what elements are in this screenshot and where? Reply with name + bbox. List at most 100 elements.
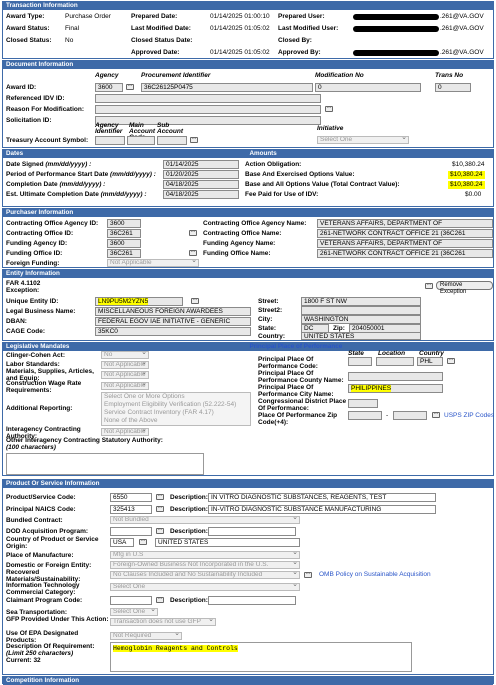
clinger-select[interactable]: No xyxy=(101,351,149,359)
country-field[interactable]: UNITED STATES xyxy=(301,332,421,340)
est-completion-field[interactable]: 04/18/2025 xyxy=(163,190,239,199)
pop-country-field[interactable]: PHL xyxy=(417,357,443,366)
tas-main-field[interactable] xyxy=(127,136,155,145)
tas-sub-field[interactable] xyxy=(157,136,187,145)
desc-req-textarea[interactable]: Hemoglobin Reagents and Controls xyxy=(110,642,412,672)
procurement-id-field[interactable]: 36C26125P0475 xyxy=(141,83,313,92)
lookup-icon[interactable]: ··· xyxy=(191,298,199,304)
co-agency-id-field[interactable]: 3600 xyxy=(107,219,141,228)
modification-no-field[interactable]: 0 xyxy=(315,83,421,92)
wage-select[interactable]: Not Applicable xyxy=(101,382,149,390)
labor-select[interactable]: Not Applicable xyxy=(101,361,149,369)
date-signed-field[interactable]: 01/14/2025 xyxy=(163,160,239,169)
reason-field[interactable] xyxy=(95,105,321,114)
lookup-icon[interactable]: ··· xyxy=(156,597,164,603)
lookup-icon[interactable]: ··· xyxy=(325,106,333,112)
bundled-select[interactable]: Not Bundled xyxy=(110,516,300,524)
other-authority-textarea[interactable] xyxy=(6,453,204,475)
coo-name-field[interactable]: UNITED STATES xyxy=(155,538,300,547)
lookup-icon[interactable]: ··· xyxy=(156,506,164,512)
interagency-select[interactable]: Not Applicable xyxy=(101,428,149,436)
lookup-icon[interactable]: ··· xyxy=(189,250,197,256)
coo-code-field[interactable]: USA xyxy=(110,538,134,547)
foreign-funding-select[interactable]: Not Applicable xyxy=(107,259,199,267)
gfp-select[interactable]: Transaction does not use GFP xyxy=(110,618,216,626)
lookup-icon[interactable]: ··· xyxy=(425,283,433,289)
legal-business-name-field[interactable]: MISCELLANEOUS FOREIGN AWARDEES xyxy=(95,307,251,316)
recovered-select[interactable]: No Clauses Included and No Sustainabilit… xyxy=(110,571,300,579)
lookup-icon[interactable]: ··· xyxy=(432,412,440,418)
pom-select[interactable]: Mfg in U.S xyxy=(110,551,300,559)
option[interactable]: Employment Eligibility Verification (52.… xyxy=(104,401,250,409)
approved-date-value: 01/14/2025 01:05:02 xyxy=(210,49,270,56)
pop-city-field[interactable]: PHILIPPINES xyxy=(348,384,443,393)
epa-select[interactable]: Not Required xyxy=(110,632,182,640)
dod-desc-field[interactable] xyxy=(208,527,296,536)
initiative-select[interactable]: Select One xyxy=(317,136,409,144)
lookup-icon[interactable]: ··· xyxy=(156,528,164,534)
pop-district-field[interactable] xyxy=(348,399,378,408)
funding-agency-id-field[interactable]: 3600 xyxy=(107,239,141,248)
tas-agency-field[interactable] xyxy=(95,136,125,145)
lookup-icon[interactable]: ··· xyxy=(189,230,197,236)
option[interactable]: Select One or More Options xyxy=(104,393,250,401)
lookup-icon[interactable]: ··· xyxy=(139,539,147,545)
funding-office-name-field[interactable]: 261-NETWORK CONTRACT OFFICE 21 (36C261 xyxy=(317,249,493,258)
funding-agency-name-field[interactable]: VETERANS AFFAIRS, DEPARTMENT OF xyxy=(317,239,493,248)
referenced-idv-field[interactable] xyxy=(95,94,321,103)
usps-zip-link[interactable]: USPS ZIP Codes xyxy=(444,412,494,420)
dod-field[interactable] xyxy=(110,527,152,536)
pop-zip-field[interactable] xyxy=(348,411,382,420)
pop-state-field[interactable] xyxy=(348,357,372,366)
sea-select[interactable]: Select One xyxy=(110,608,158,616)
psc-desc-field[interactable]: IN VITRO DIAGNOSTIC SUBSTANCES, REAGENTS… xyxy=(208,493,436,502)
completion-field[interactable]: 04/18/2025 xyxy=(163,180,239,189)
additional-reporting-list[interactable]: Select One or More Options Employment El… xyxy=(101,392,251,426)
dban-field[interactable]: FEDERAL EGOV IAE INITIATIVE - GENERIC xyxy=(95,317,251,326)
cage-field[interactable]: 35KC0 xyxy=(95,327,251,336)
remove-exception-button[interactable]: Remove Exception xyxy=(436,281,493,295)
pop-zip4-field[interactable] xyxy=(393,411,427,420)
option[interactable]: None of the Above xyxy=(104,417,250,425)
pop-location-field[interactable] xyxy=(376,357,414,366)
epa-label: Use Of EPA Designated Products: xyxy=(6,630,79,644)
additional-reporting-label: Additional Reporting: xyxy=(6,405,73,412)
omb-policy-link[interactable]: OMB Policy on Sustainable Acquisition xyxy=(319,571,431,579)
agency-field[interactable]: 3600 xyxy=(95,83,123,92)
funding-office-id-field[interactable]: 36C261 xyxy=(107,249,141,258)
naics-field[interactable]: 325413 xyxy=(110,505,152,514)
far-exception-label: FAR 4.1102 Exception: xyxy=(6,280,41,294)
lookup-icon[interactable]: ··· xyxy=(304,572,312,578)
lookup-icon[interactable]: ··· xyxy=(156,494,164,500)
co-id-label: Contracting Office ID: xyxy=(6,230,74,237)
section-header: Entity Information xyxy=(3,270,493,278)
co-name-field[interactable]: 261-NETWORK CONTRACT OFFICE 21 (36C261 xyxy=(317,229,493,238)
lookup-icon[interactable]: ··· xyxy=(190,137,198,143)
co-agency-name-field[interactable]: VETERANS AFFAIRS, DEPARTMENT OF xyxy=(317,219,493,228)
legislative-mandates-section: Legislative Mandates Principal Place of P… xyxy=(2,342,494,476)
coo-label: Country of Product or Service Origin: xyxy=(6,536,99,550)
street-field[interactable]: 1800 F ST NW xyxy=(301,297,421,306)
product-service-section: Product Or Service Information Product/S… xyxy=(2,479,494,675)
pop-city-label: Principal Place Of Performance City Name… xyxy=(258,384,334,398)
naics-desc-field[interactable]: IN-VITRO DIAGNOSTIC SUBSTANCE MANUFACTUR… xyxy=(208,505,436,514)
col-modification-no: Modification No xyxy=(315,72,364,79)
approved-by-label: Approved By: xyxy=(278,49,321,56)
option[interactable]: Service Contract Inventory (FAR 4.17) xyxy=(104,409,250,417)
lookup-icon[interactable]: ··· xyxy=(126,84,134,90)
dfeo-select[interactable]: Foreign-Owned Business Not Incorporated … xyxy=(110,561,300,569)
materials-select[interactable]: Not Applicable xyxy=(101,371,149,379)
co-id-field[interactable]: 36C261 xyxy=(107,229,141,238)
period-start-field[interactable]: 01/20/2025 xyxy=(163,170,239,179)
city-field[interactable]: WASHINGTON xyxy=(301,315,421,324)
trans-no-field[interactable]: 0 xyxy=(435,83,471,92)
street2-field[interactable] xyxy=(301,306,421,315)
claimant-desc-field[interactable] xyxy=(208,596,296,605)
psc-field[interactable]: 6550 xyxy=(110,493,152,502)
lookup-icon[interactable]: ··· xyxy=(447,358,455,364)
uei-field[interactable]: LN9PU5M2YZN5 xyxy=(95,297,183,306)
col-trans-no: Trans No xyxy=(435,72,464,79)
it-select[interactable]: Select One xyxy=(110,583,300,591)
pop-county-field[interactable] xyxy=(348,372,443,381)
claimant-field[interactable] xyxy=(110,596,152,605)
